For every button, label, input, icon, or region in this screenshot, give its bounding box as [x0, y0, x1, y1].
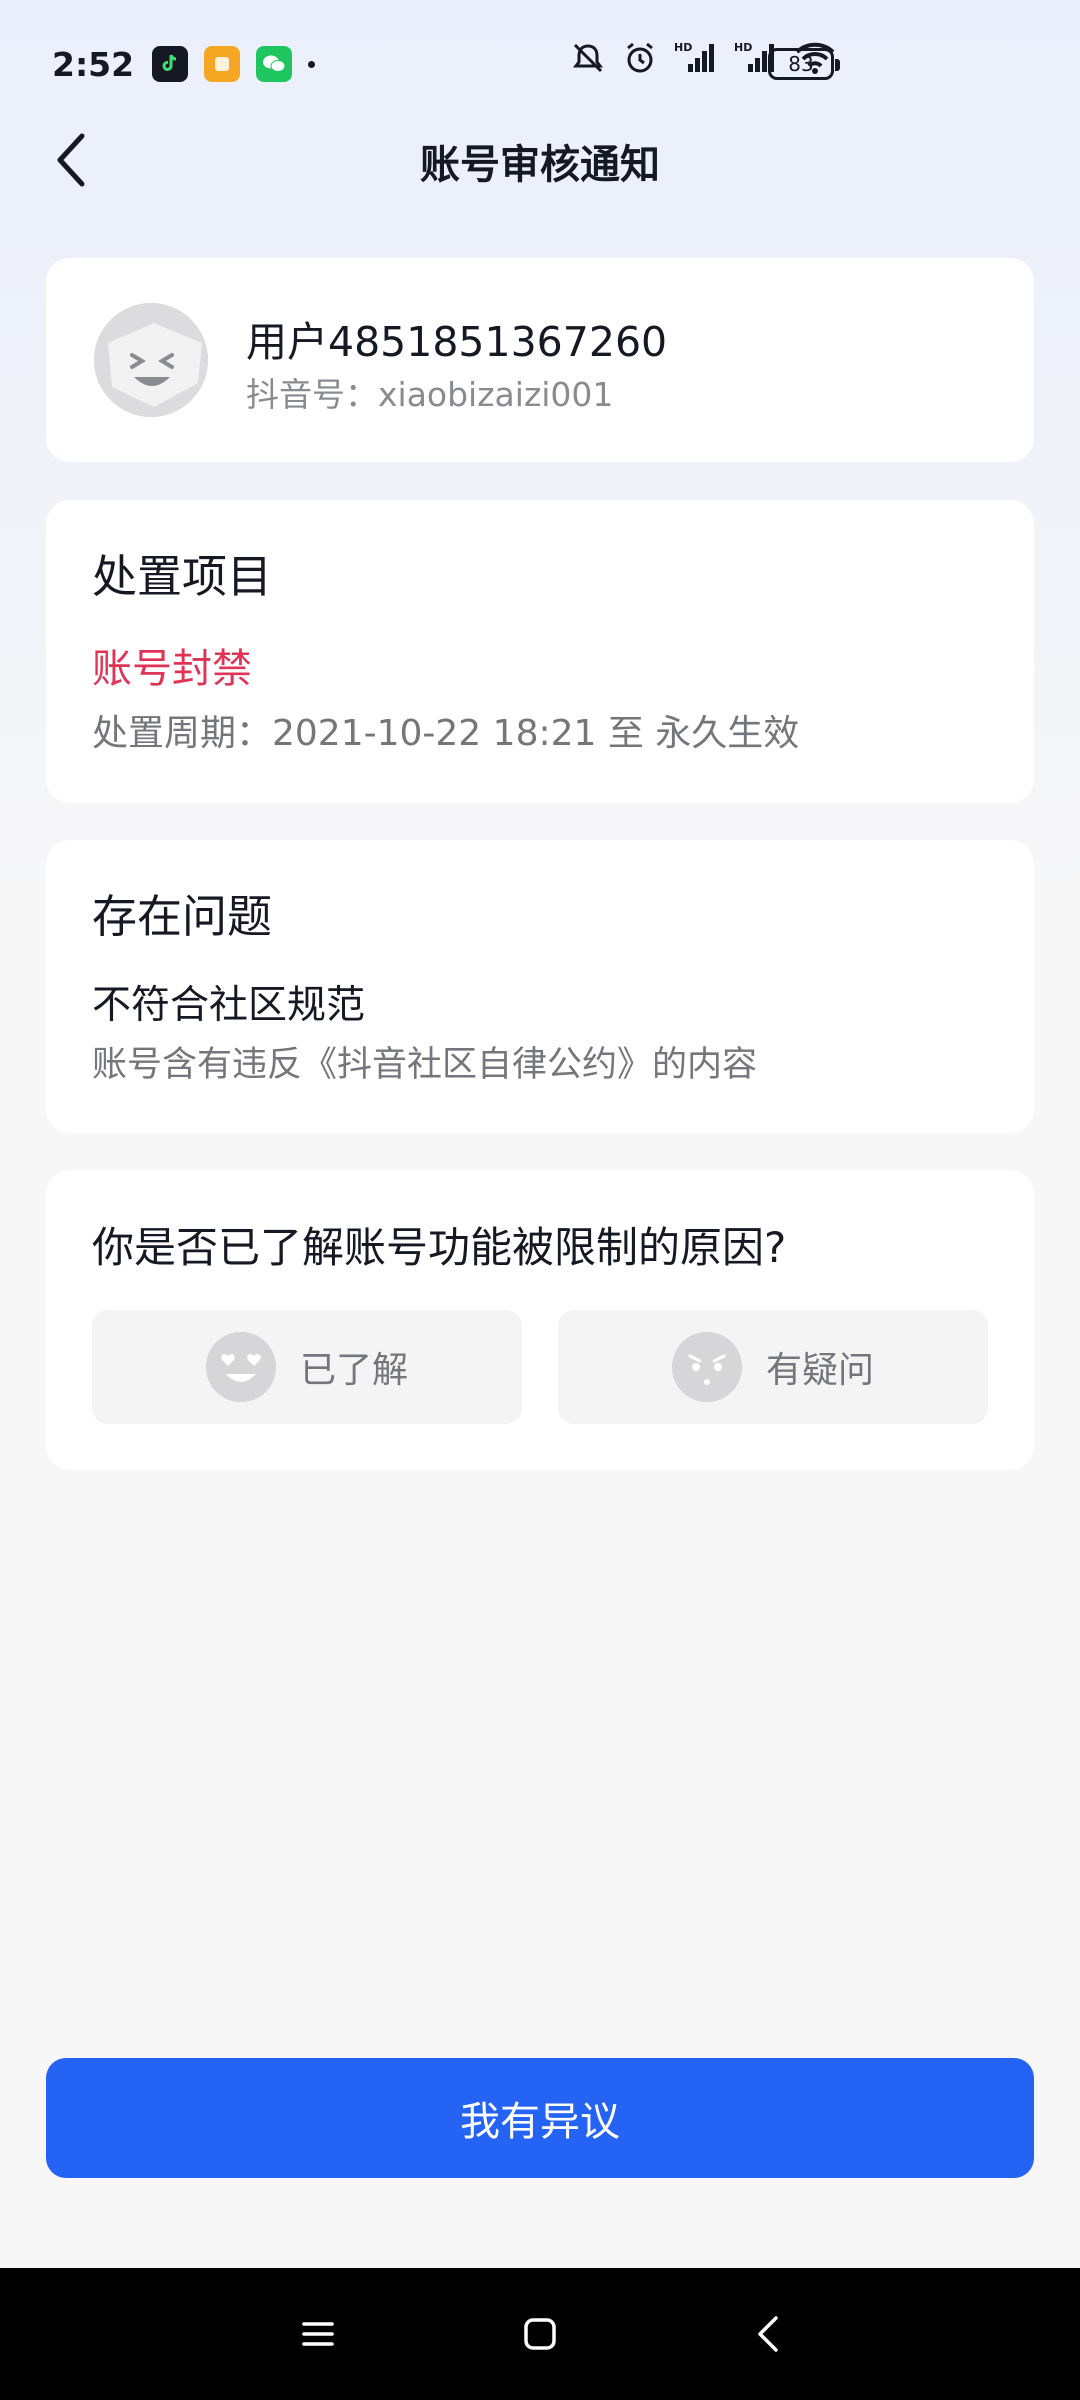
problem-title: 存在问题: [92, 890, 273, 943]
page-title: 账号审核通知: [420, 142, 660, 188]
wechat-icon: [256, 46, 293, 82]
problem-card: 存在问题 不符合社区规范 账号含有违反《抖音社区自律公约》的内容: [46, 840, 1034, 1133]
notification-icons: [152, 46, 293, 82]
action-title: 处置项目: [92, 550, 273, 603]
system-nav-bar: [0, 2268, 1080, 2400]
status-time: 2:52: [52, 44, 135, 84]
doubt-label: 有疑问: [765, 1350, 874, 1391]
feedback-card: 你是否已了解账号功能被限制的原因? 已了解 有疑问: [46, 1170, 1034, 1470]
battery-icon: 83: [768, 48, 840, 80]
action-label: 账号封禁: [92, 646, 252, 692]
doubt-button[interactable]: 有疑问: [558, 1310, 988, 1424]
problem-main: 不符合社区规范: [92, 983, 366, 1028]
heart-eyes-emoji-icon: [205, 1332, 276, 1402]
hd-signal-icon: HD: [674, 40, 718, 76]
svg-text:HD: HD: [734, 41, 752, 54]
alarm-icon: [622, 40, 658, 76]
system-back-icon[interactable]: [742, 2308, 794, 2360]
understood-button[interactable]: 已了解: [92, 1310, 522, 1424]
status-bar: 2:52 HD HD 83: [0, 0, 1080, 128]
feedback-question: 你是否已了解账号功能被限制的原因?: [92, 1223, 787, 1272]
understood-label: 已了解: [299, 1350, 408, 1391]
user-card[interactable]: 用户4851851367260 抖音号：xiaobizaizi001: [46, 258, 1034, 462]
user-name: 用户4851851367260: [246, 318, 668, 366]
objection-button[interactable]: 我有异议: [46, 2058, 1034, 2178]
confused-emoji-icon: [671, 1332, 742, 1402]
action-card: 处置项目 账号封禁 处置周期：2021-10-22 18:21 至 永久生效: [46, 500, 1034, 803]
nav-bar: 账号审核通知: [0, 110, 1080, 210]
menu-icon[interactable]: [292, 2308, 344, 2360]
mute-icon: [570, 40, 606, 76]
action-period: 处置周期：2021-10-22 18:21 至 永久生效: [92, 713, 800, 754]
notes-icon: [204, 46, 241, 82]
more-notifications-dot: [308, 60, 316, 68]
problem-desc: 账号含有违反《抖音社区自律公约》的内容: [92, 1045, 758, 1085]
douyin-id: 抖音号：xiaobizaizi001: [246, 375, 614, 414]
douyin-lite-icon: [152, 46, 189, 82]
avatar: [94, 303, 208, 417]
home-icon[interactable]: [514, 2308, 566, 2360]
svg-text:HD: HD: [674, 41, 692, 54]
default-avatar-icon: [94, 303, 208, 417]
